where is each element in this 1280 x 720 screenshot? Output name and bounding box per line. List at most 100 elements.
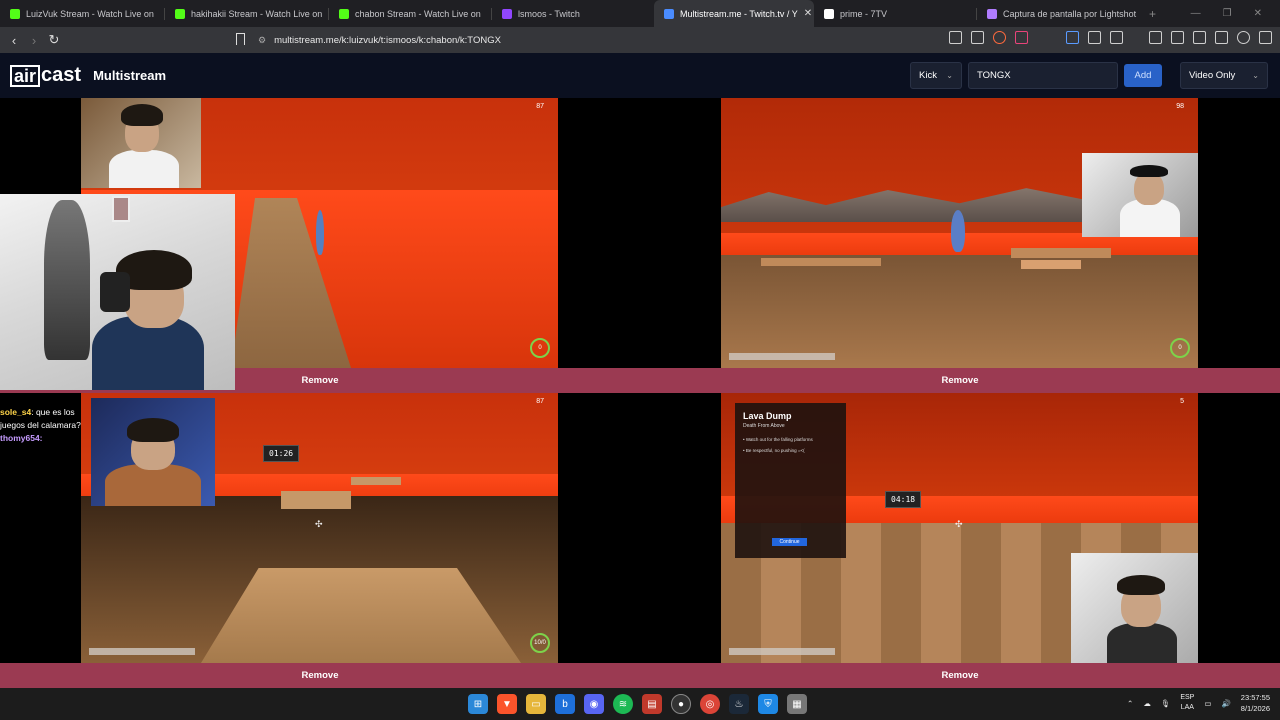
continue-button[interactable]: Continue <box>772 538 807 546</box>
remove-button[interactable]: Remove <box>640 368 1280 393</box>
new-tab-icon[interactable]: + <box>1149 7 1156 21</box>
discord-icon[interactable]: ◉ <box>584 694 604 714</box>
maximize-icon[interactable]: ❐ <box>1223 8 1232 19</box>
webcam-overlay <box>91 398 215 506</box>
stream-video-4[interactable]: 04:18 ✣ 5 Lava Dump Death From Above • W… <box>721 393 1198 663</box>
lightshot-icon <box>987 8 997 19</box>
chevron-down-icon: ⌄ <box>946 71 953 80</box>
vpn-icon[interactable] <box>1237 31 1250 44</box>
channel-input[interactable]: TONGX <box>968 62 1118 89</box>
remove-button-label: Remove <box>301 670 339 681</box>
viewer-count: 87 <box>536 398 544 405</box>
crosshair-icon: ✣ <box>315 519 323 529</box>
app-header: air cast Multistream Kick ⌄ TONGX Add Vi… <box>0 53 1280 98</box>
aircast-logo[interactable]: air cast <box>10 64 81 87</box>
sidebar-icon[interactable] <box>1171 31 1184 44</box>
remove-button[interactable]: Remove <box>640 663 1280 688</box>
brave-shields-icon[interactable] <box>993 31 1006 44</box>
twitch-icon <box>502 8 512 19</box>
ring-indicator: 10/0 <box>530 633 550 653</box>
game-timer: 01:26 <box>263 445 300 462</box>
tab-ismoos[interactable]: lsmoos - Twitch <box>492 0 654 27</box>
tab-title: prime - 7TV <box>840 8 888 19</box>
tab-hakihakii[interactable]: hakihakii Stream - Watch Live on <box>165 0 328 27</box>
tray-overflow-icon[interactable]: ⌃ <box>1127 699 1133 708</box>
wallet-icon[interactable] <box>1193 31 1206 44</box>
viewer-count: 5 <box>1180 398 1184 405</box>
taskbar: ⊞ ▼ ▭ b ◉ ≋ ▤ ● ◎ ♨ ⛨ ▦ ⌃ ☁ 🎙 ESP LAA ▭ … <box>0 688 1280 720</box>
rewards-icon[interactable] <box>1015 31 1028 44</box>
tab-luizvuk[interactable]: LuizVuk Stream - Watch Live on <box>0 0 164 27</box>
mode-select[interactable]: Video Only ⌄ <box>1180 62 1268 89</box>
url-field[interactable]: ⚙ multistream.me/k:luizvuk/t:ismoos/k:ch… <box>258 30 978 50</box>
share-icon[interactable] <box>971 31 984 44</box>
platform-select[interactable]: Kick ⌄ <box>910 62 962 89</box>
ring-value: 10/0 <box>534 640 546 646</box>
webcam-overlay <box>1082 153 1198 237</box>
windows-start-icon[interactable]: ⊞ <box>468 694 488 714</box>
game-rule-line: • Watch out for the falling platforms <box>743 437 813 442</box>
stream-video-3[interactable]: 01:26 ✣ 87 10/0 <box>81 393 558 663</box>
back-icon[interactable]: ‹ <box>4 33 24 48</box>
tab-title: LuizVuk Stream - Watch Live on <box>26 8 154 19</box>
menu-icon[interactable] <box>1259 31 1272 44</box>
language-indicator[interactable]: ESP LAA <box>1180 693 1194 713</box>
minimize-icon[interactable]: — <box>1191 8 1201 19</box>
translate-icon[interactable] <box>949 31 962 44</box>
microphone-icon[interactable]: 🎙 <box>1161 699 1171 708</box>
network-icon[interactable]: ▭ <box>1204 699 1211 708</box>
obs-icon[interactable]: ● <box>671 694 691 714</box>
add-button[interactable]: Add <box>1124 64 1162 87</box>
close-window-icon[interactable]: ✕ <box>1254 8 1262 19</box>
tab-7tv[interactable]: prime - 7TV <box>814 0 976 27</box>
spotify-icon[interactable]: ≋ <box>613 694 633 714</box>
onedrive-icon[interactable]: ☁ <box>1143 699 1151 708</box>
stream-video-2[interactable]: 98 0 <box>721 98 1198 368</box>
add-button-label: Add <box>1134 70 1152 81</box>
puzzle-icon[interactable] <box>1088 31 1101 44</box>
platform-select-value: Kick <box>919 70 937 81</box>
leo-icon[interactable] <box>1215 31 1228 44</box>
crosshair-icon: ✣ <box>955 519 963 529</box>
tab-multistream[interactable]: Multistream.me - Twitch.tv / Y ✕ <box>654 0 814 27</box>
brave-icon[interactable]: ▼ <box>497 694 517 714</box>
steam-icon[interactable]: ♨ <box>729 694 749 714</box>
viewer-count: 98 <box>1176 103 1184 110</box>
ring-indicator: 0 <box>1170 338 1190 358</box>
health-bar <box>729 648 835 655</box>
news-app-icon[interactable]: ▤ <box>642 694 662 714</box>
remove-button-label: Remove <box>301 375 339 386</box>
bookmark-icon[interactable] <box>236 33 245 45</box>
overlay-webcam <box>0 194 235 390</box>
screenshot-icon[interactable] <box>1110 31 1123 44</box>
extension-icon[interactable] <box>1066 31 1079 44</box>
browser-tab-strip: LuizVuk Stream - Watch Live on hakihakii… <box>0 0 1280 27</box>
remove-button-label: Remove <box>941 670 979 681</box>
game-mode-subtitle: Death From Above <box>743 423 785 429</box>
system-clock[interactable]: 23:57:55 8/1/2026 <box>1241 692 1270 714</box>
remove-button-label: Remove <box>941 375 979 386</box>
channel-input-value: TONGX <box>977 70 1011 81</box>
bing-icon[interactable]: b <box>555 694 575 714</box>
volume-icon[interactable]: 🔊 <box>1221 699 1230 708</box>
site-info-icon[interactable]: ⚙ <box>258 35 266 46</box>
defender-icon[interactable]: ⛨ <box>758 694 778 714</box>
remove-button[interactable]: Remove <box>0 663 640 688</box>
ring-indicator: 0 <box>530 338 550 358</box>
music-icon[interactable] <box>1149 31 1162 44</box>
ring-value: 0 <box>1178 345 1182 351</box>
7tv-icon <box>824 8 834 19</box>
taskmanager-icon[interactable]: ▦ <box>787 694 807 714</box>
chrome-icon[interactable]: ◎ <box>700 694 720 714</box>
forward-icon[interactable]: › <box>24 33 44 48</box>
reload-icon[interactable]: ↻ <box>44 32 64 48</box>
chat-username: thomy654: <box>0 433 43 443</box>
continue-button-label: Continue <box>779 539 800 545</box>
kick-icon <box>10 8 20 19</box>
file-explorer-icon[interactable]: ▭ <box>526 694 546 714</box>
tab-lightshot[interactable]: Captura de pantalla por Lightshot <box>977 0 1139 27</box>
game-mode-title: Lava Dump <box>743 411 792 421</box>
tab-chabon[interactable]: chabon Stream - Watch Live on <box>329 0 491 27</box>
close-tab-icon[interactable]: ✕ <box>804 8 812 19</box>
tab-title: chabon Stream - Watch Live on <box>355 8 481 19</box>
